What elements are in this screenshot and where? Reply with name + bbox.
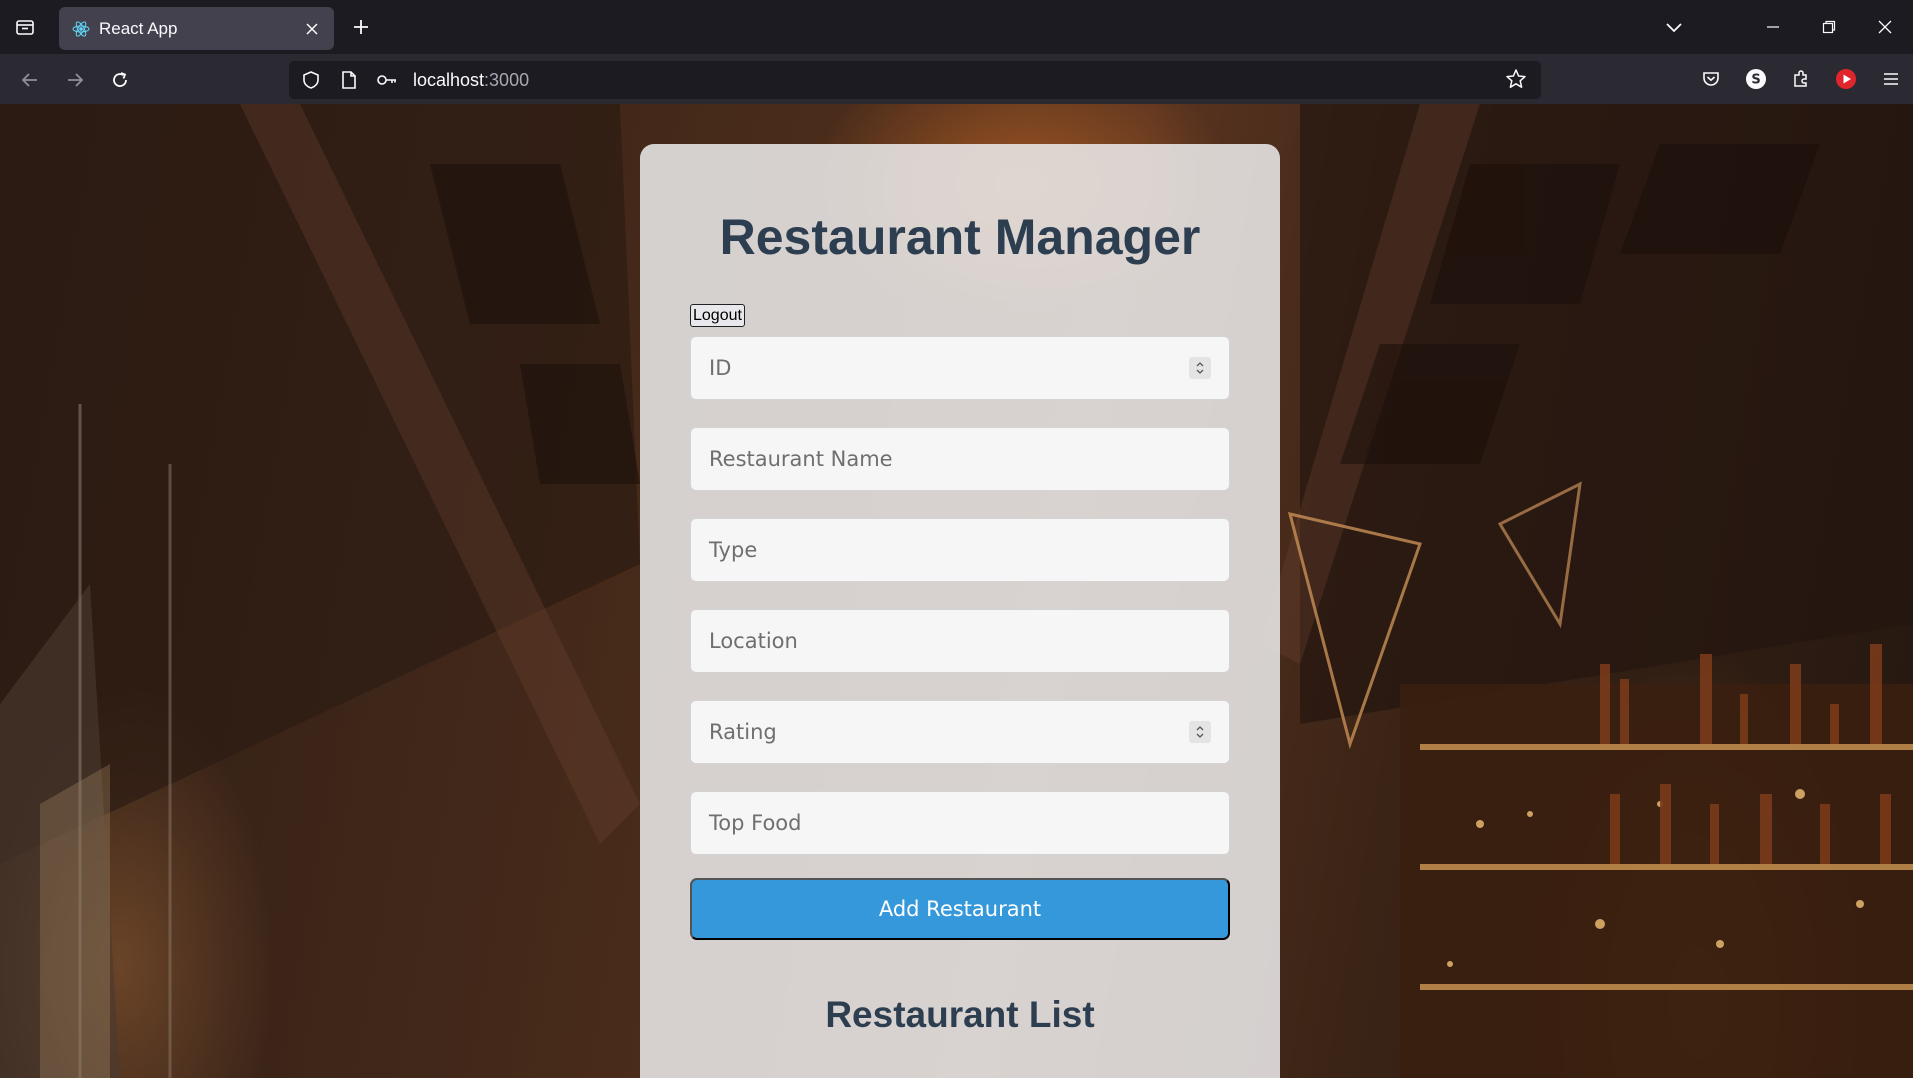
url-host: localhost xyxy=(413,69,485,90)
page-icon[interactable] xyxy=(337,68,361,92)
youtube-play-icon[interactable] xyxy=(1823,54,1868,104)
page-viewport: Restaurant Manager Logout ID Restaurant … xyxy=(0,104,1913,1078)
close-window-icon[interactable] xyxy=(1857,0,1913,54)
number-spinner-icon[interactable] xyxy=(1189,721,1211,743)
pocket-icon[interactable] xyxy=(1688,54,1733,104)
close-tab-icon[interactable] xyxy=(302,19,322,39)
url-text[interactable]: localhost:3000 xyxy=(413,70,529,91)
restaurant-form-panel: Restaurant Manager Logout ID Restaurant … xyxy=(640,144,1280,1078)
key-icon[interactable] xyxy=(375,68,399,92)
react-logo-icon xyxy=(71,19,91,39)
forward-arrow-icon[interactable] xyxy=(61,66,89,94)
location-placeholder: Location xyxy=(709,629,798,653)
chevron-down-icon[interactable] xyxy=(1660,14,1688,42)
new-tab-icon[interactable] xyxy=(348,14,374,40)
url-port: :3000 xyxy=(484,69,530,90)
shield-icon[interactable] xyxy=(299,68,323,92)
minimize-icon[interactable] xyxy=(1745,0,1801,54)
tab-title: React App xyxy=(99,18,178,38)
extensions-puzzle-icon[interactable] xyxy=(1778,54,1823,104)
bookmark-star-icon[interactable] xyxy=(1505,68,1529,92)
browser-nav-bar: localhost:3000 S xyxy=(0,54,1913,104)
browser-tab-bar: React App xyxy=(0,0,1913,54)
restaurant-name-placeholder: Restaurant Name xyxy=(709,447,893,471)
number-spinner-icon[interactable] xyxy=(1189,357,1211,379)
address-bar[interactable]: localhost:3000 xyxy=(289,61,1541,99)
page-title: Restaurant Manager xyxy=(719,209,1201,265)
window-controls xyxy=(1745,0,1913,54)
top-food-placeholder: Top Food xyxy=(709,811,802,835)
restore-icon[interactable] xyxy=(1801,0,1857,54)
rating-placeholder: Rating xyxy=(709,720,777,744)
menu-hamburger-icon[interactable] xyxy=(1868,54,1913,104)
reload-icon[interactable] xyxy=(106,66,134,94)
location-input[interactable]: Location xyxy=(690,609,1230,673)
back-arrow-icon[interactable] xyxy=(16,66,44,94)
toolbar-extensions: S xyxy=(1688,54,1913,104)
id-input[interactable]: ID xyxy=(690,336,1230,400)
rating-input[interactable]: Rating xyxy=(690,700,1230,764)
tab-list-icon[interactable] xyxy=(0,0,50,54)
svg-text:S: S xyxy=(1751,73,1760,88)
type-placeholder: Type xyxy=(709,538,758,562)
account-s-icon[interactable]: S xyxy=(1733,54,1778,104)
logout-button[interactable]: Logout xyxy=(690,304,745,327)
browser-tab-active[interactable]: React App xyxy=(59,7,334,50)
restaurant-name-input[interactable]: Restaurant Name xyxy=(690,427,1230,491)
type-input[interactable]: Type xyxy=(690,518,1230,582)
restaurant-list-heading: Restaurant List xyxy=(825,994,1095,1035)
add-restaurant-button[interactable]: Add Restaurant xyxy=(690,878,1230,940)
id-placeholder: ID xyxy=(709,356,732,380)
top-food-input[interactable]: Top Food xyxy=(690,791,1230,855)
